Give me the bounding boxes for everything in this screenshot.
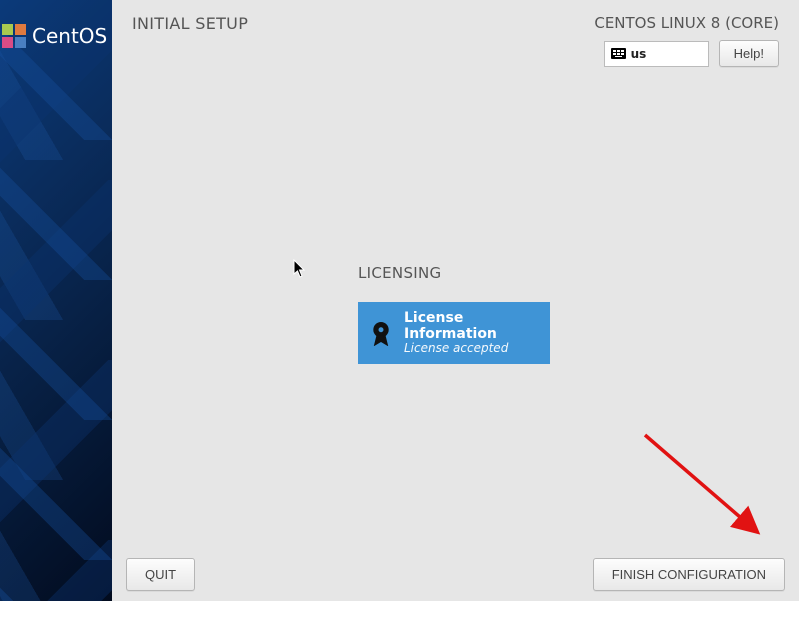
spoke-title: License Information xyxy=(404,310,540,342)
finish-configuration-button[interactable]: FINISH CONFIGURATION xyxy=(593,558,785,591)
centos-logo: CentOS xyxy=(0,22,107,50)
certificate-icon xyxy=(368,320,394,346)
annotation-arrow-icon xyxy=(640,430,780,554)
main-panel: INITIAL SETUP CENTOS LINUX 8 (CORE) us H… xyxy=(112,0,799,601)
distro-label: CENTOS LINUX 8 (CORE) xyxy=(594,14,779,32)
keyboard-icon xyxy=(611,48,626,59)
page-title: INITIAL SETUP xyxy=(132,14,248,33)
keyboard-layout-value: us xyxy=(631,47,647,61)
quit-button[interactable]: QUIT xyxy=(126,558,195,591)
help-button[interactable]: Help! xyxy=(719,40,779,67)
brand-text: CentOS xyxy=(32,24,107,48)
centos-logo-icon xyxy=(0,22,28,50)
page-bottom-margin xyxy=(0,601,799,623)
mouse-cursor-icon xyxy=(293,259,307,279)
licensing-heading: LICENSING xyxy=(358,264,550,282)
spoke-status: License accepted xyxy=(404,342,540,356)
license-information-spoke[interactable]: License Information License accepted xyxy=(358,302,550,364)
sidebar: CentOS xyxy=(0,0,112,601)
keyboard-layout-selector[interactable]: us xyxy=(604,41,709,67)
